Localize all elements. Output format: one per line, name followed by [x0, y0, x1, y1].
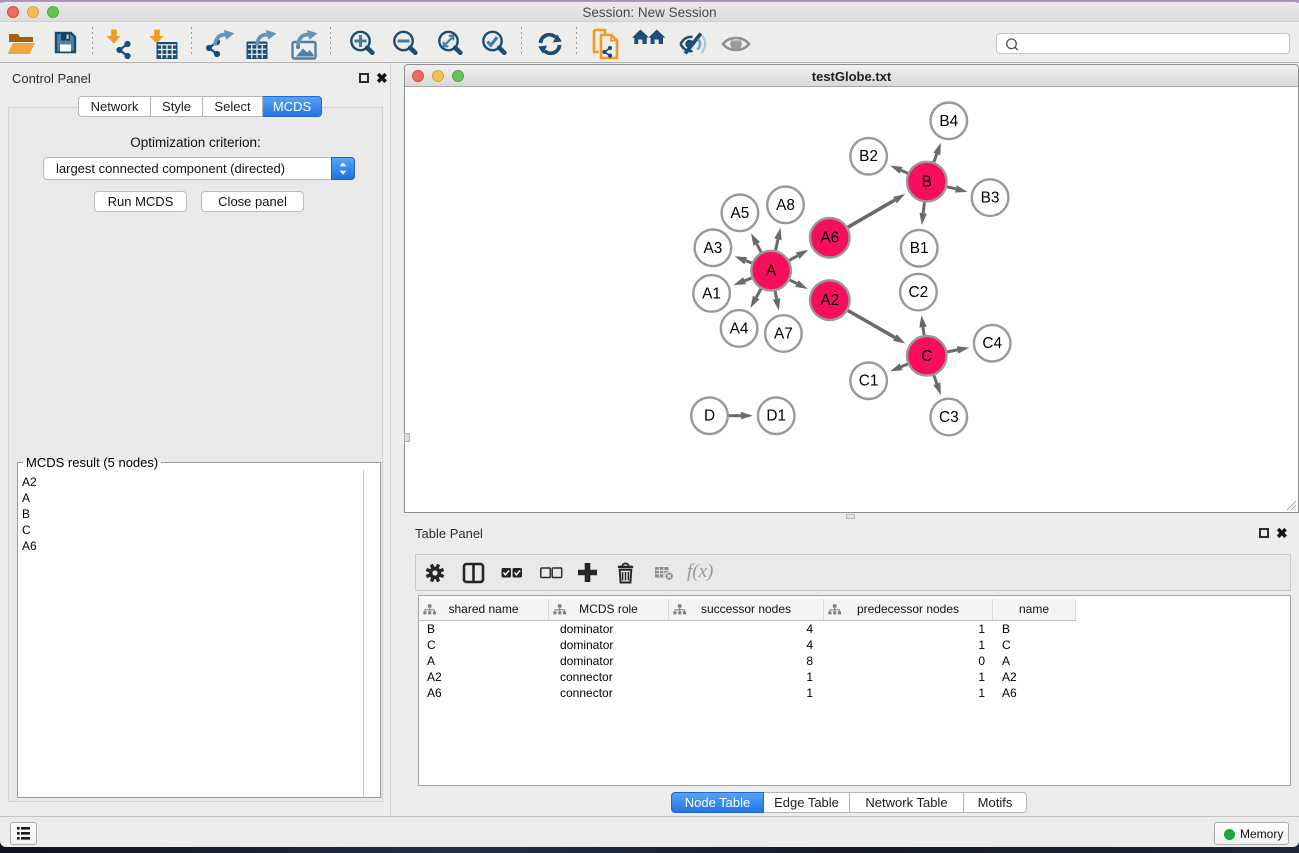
svg-text:D: D — [704, 408, 715, 425]
svg-text:C4: C4 — [982, 335, 1002, 352]
svg-text:A: A — [766, 263, 777, 280]
svg-text:A1: A1 — [702, 285, 721, 302]
svg-text:A6: A6 — [820, 230, 839, 247]
svg-text:A8: A8 — [776, 197, 795, 214]
svg-text:C3: C3 — [939, 409, 959, 426]
svg-text:D1: D1 — [766, 408, 786, 425]
svg-text:A3: A3 — [703, 240, 722, 257]
svg-text:B2: B2 — [859, 148, 878, 165]
svg-text:C: C — [921, 348, 932, 365]
svg-text:A4: A4 — [730, 320, 749, 337]
svg-text:B: B — [922, 174, 932, 191]
svg-text:A2: A2 — [820, 292, 839, 309]
svg-text:B3: B3 — [981, 190, 1000, 207]
svg-text:C2: C2 — [909, 284, 929, 301]
svg-text:B1: B1 — [910, 240, 929, 257]
svg-text:A5: A5 — [730, 205, 749, 222]
svg-text:A7: A7 — [774, 326, 793, 343]
svg-text:C1: C1 — [859, 373, 879, 390]
svg-text:B4: B4 — [939, 113, 958, 130]
